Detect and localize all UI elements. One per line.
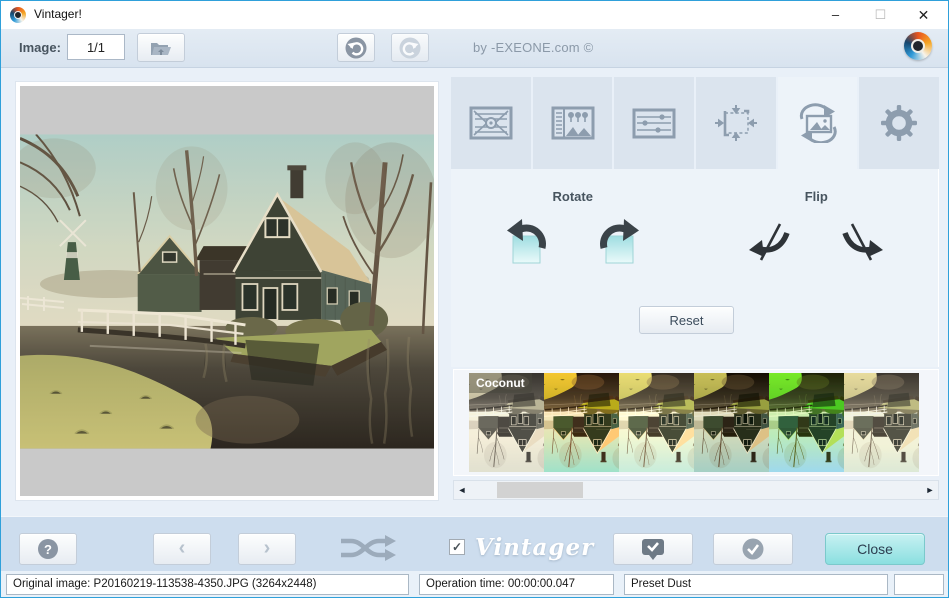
undo-icon: [345, 37, 367, 58]
preview-letterbox: [20, 86, 434, 496]
previous-image-button[interactable]: ‹: [153, 533, 211, 565]
settings-gear-icon: [881, 105, 918, 141]
image-index-input[interactable]: [67, 34, 125, 60]
rotate-title: Rotate: [552, 189, 593, 204]
flip-horizontal-button[interactable]: [746, 218, 794, 266]
apply-button[interactable]: [713, 533, 793, 565]
maximize-button[interactable]: ☐: [858, 1, 903, 29]
presets-tab[interactable]: [532, 77, 613, 169]
adjustments-icon: [632, 108, 676, 139]
preset-thumbnail[interactable]: [769, 373, 844, 472]
preset-thumbnail[interactable]: [844, 373, 919, 472]
status-operation-time: Operation time: 00:00:00.047: [419, 574, 614, 595]
save-button[interactable]: [613, 533, 693, 565]
vintager-checkbox[interactable]: ✓: [449, 539, 465, 555]
settings-tab[interactable]: [859, 77, 940, 169]
reset-button[interactable]: Reset: [639, 306, 734, 334]
byline-text: by -EXEONE.com ©: [473, 40, 594, 55]
chevron-right-icon: ›: [263, 536, 271, 559]
preset-thumbnail[interactable]: [619, 373, 694, 472]
flip-vertical-button[interactable]: [838, 218, 886, 266]
effects-icon: [469, 106, 513, 140]
help-button[interactable]: ?: [19, 533, 77, 565]
next-image-button[interactable]: ›: [238, 533, 296, 565]
preset-thumbnail[interactable]: [694, 373, 769, 472]
minimize-button[interactable]: –: [813, 1, 858, 29]
help-icon: ?: [38, 539, 58, 559]
app-icon: [10, 7, 26, 23]
scroll-left-icon[interactable]: ◄: [454, 481, 470, 499]
status-extra: [894, 574, 944, 595]
close-button[interactable]: Close: [825, 533, 925, 565]
preset-thumbnail[interactable]: Coconut: [469, 373, 544, 472]
rotate-flip-icon: [799, 103, 837, 143]
resize-tab[interactable]: [696, 77, 776, 169]
rotate-right-button[interactable]: [592, 218, 640, 266]
rotate-flip-panel: Rotate Flip Reset: [451, 169, 939, 367]
adjustments-tab[interactable]: [614, 77, 695, 169]
preview-panel: [15, 81, 439, 501]
redo-icon: [399, 37, 421, 58]
folder-open-icon: [151, 42, 171, 55]
shuffle-icon[interactable]: [339, 535, 397, 561]
effects-tab[interactable]: [451, 77, 531, 169]
open-image-button[interactable]: [137, 33, 185, 62]
title-bar: Vintager! – ☐ ✕: [1, 1, 948, 30]
presets-icon: [551, 106, 594, 140]
status-original-image: Original image: P20160219-113538-4350.JP…: [6, 574, 409, 595]
preset-name-label: Coconut: [469, 373, 532, 393]
vintager-window: Vintager! – ☐ ✕ Image: 1/1 by -EXEONE.co…: [0, 0, 949, 598]
window-title: Vintager!: [34, 7, 82, 21]
resize-icon: [714, 105, 757, 141]
chevron-left-icon: ‹: [178, 536, 186, 559]
tool-tabs: [451, 77, 940, 169]
preset-scrollbar[interactable]: ◄ ►: [453, 480, 939, 500]
image-label: Image:: [19, 40, 61, 55]
save-check-icon: [642, 539, 664, 560]
scrollbar-thumb[interactable]: [497, 482, 583, 498]
status-preset: Preset Dust: [624, 574, 888, 595]
status-bar: Original image: P20160219-113538-4350.JP…: [1, 571, 948, 597]
top-toolbar: Image: by -EXEON: [1, 29, 948, 68]
flip-title: Flip: [804, 189, 828, 204]
close-window-button[interactable]: ✕: [901, 1, 946, 29]
scroll-right-icon[interactable]: ►: [922, 481, 938, 499]
bottom-toolbar: ? ‹ › ✓ Vintager Close: [1, 516, 948, 572]
redo-button[interactable]: [391, 33, 429, 62]
vintager-logo-text: Vintager: [475, 534, 595, 561]
preset-thumbnail[interactable]: [544, 373, 619, 472]
rotate-flip-tab[interactable]: [777, 77, 858, 169]
rotate-left-button[interactable]: [506, 218, 554, 266]
apply-check-icon: [742, 538, 764, 560]
exeone-logo[interactable]: [904, 32, 932, 60]
undo-button[interactable]: [337, 33, 375, 62]
photo-preview: [20, 134, 434, 449]
preset-strip: Coconut: [453, 369, 939, 476]
